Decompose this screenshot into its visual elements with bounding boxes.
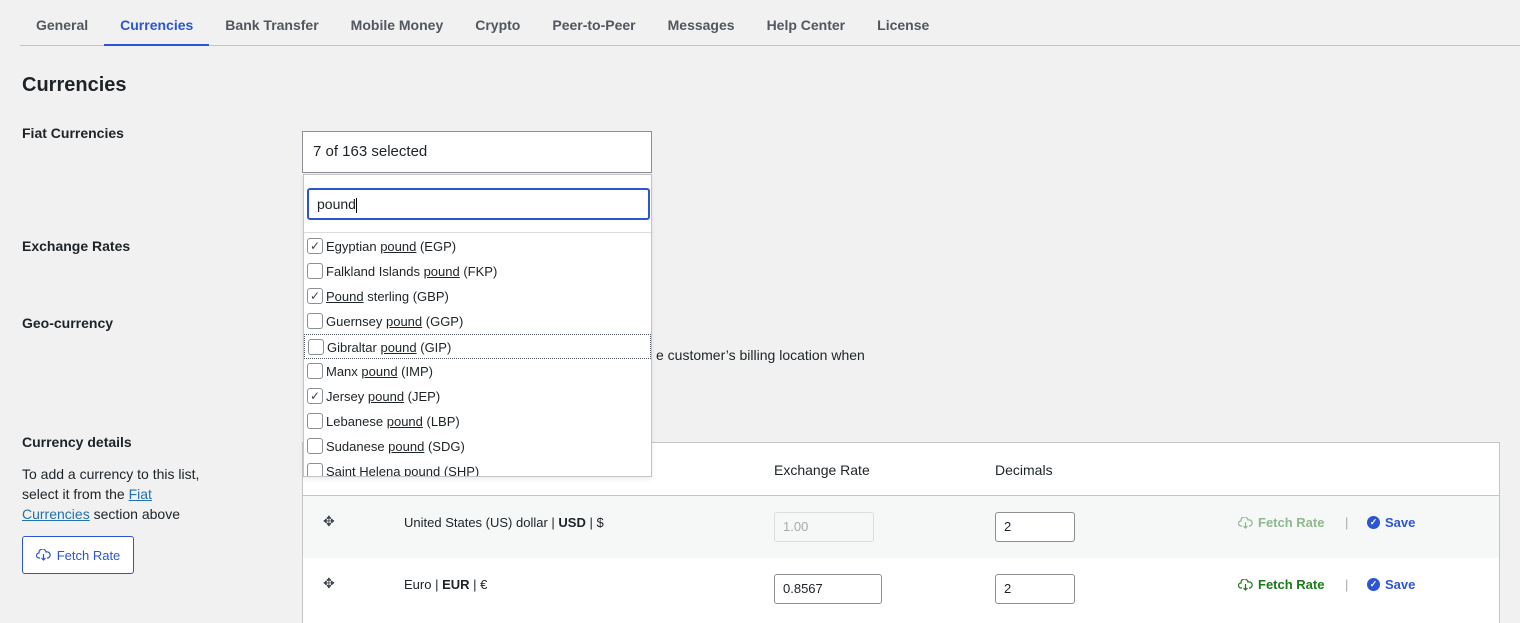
currency-option[interactable]: Sudanese pound (SDG) [304, 434, 651, 459]
currency-option[interactable]: ✓ Egyptian pound (EGP) [304, 234, 651, 259]
option-code: (GIP) [416, 340, 452, 355]
option-code: (IMP) [397, 364, 433, 379]
option-code: (EGP) [416, 239, 457, 254]
option-match: pound [380, 239, 417, 254]
currency-option[interactable]: Guernsey pound (GGP) [304, 309, 651, 334]
geo-currency-label: Geo-currency [22, 315, 114, 331]
tab-bank-transfer[interactable]: Bank Transfer [209, 0, 334, 46]
check-circle-icon: ✓ [1367, 578, 1380, 591]
currency-option[interactable]: ✓ Jersey pound (JEP) [304, 384, 651, 409]
currency-option[interactable]: Manx pound (IMP) [304, 359, 651, 384]
checkbox-icon[interactable] [307, 463, 323, 476]
geo-currency-description: e customer’s billing location when [656, 347, 865, 363]
currency-option[interactable]: Gibraltar pound (GIP) [304, 334, 651, 359]
fetch-rate-button[interactable]: Fetch Rate [22, 536, 134, 574]
description-text: To add a currency to this list, select i… [22, 466, 200, 502]
option-label: Gibraltar [327, 340, 381, 355]
tab-mobile-money[interactable]: Mobile Money [335, 0, 460, 46]
option-match: pound [423, 264, 460, 279]
currency-details-label: Currency details [22, 434, 132, 450]
drag-handle-icon[interactable]: ✥ [323, 575, 335, 592]
fetch-rate-label: Fetch Rate [56, 547, 121, 563]
dropdown-search-area: pound [304, 175, 651, 233]
tab-license[interactable]: License [861, 0, 945, 46]
option-match: pound [367, 389, 405, 404]
option-match: pound [385, 314, 423, 329]
checkbox-icon[interactable] [307, 438, 323, 454]
fiat-currencies-select[interactable]: 7 of 163 selected [302, 131, 652, 173]
table-row: ✥ United States (US) dollar | USD | $ 1.… [303, 496, 1499, 558]
exchange-rate-input[interactable]: 0.8567 [774, 574, 882, 604]
option-label: Jersey [326, 389, 368, 404]
option-label: Lebanese [326, 414, 387, 429]
drag-handle-icon[interactable]: ✥ [323, 513, 335, 530]
option-code: (FKP) [459, 264, 498, 279]
tab-messages[interactable]: Messages [652, 0, 751, 46]
option-match: pound [404, 464, 441, 477]
check-circle-icon: ✓ [1367, 516, 1380, 529]
checkbox-icon[interactable] [308, 339, 324, 355]
checkbox-icon[interactable] [307, 413, 323, 429]
option-code: (GGP) [422, 314, 464, 329]
option-code: (JEP) [404, 389, 441, 404]
option-match: pound [386, 414, 423, 429]
currency-option[interactable]: Lebanese pound (LBP) [304, 409, 651, 434]
cloud-download-icon [1238, 516, 1253, 529]
tab-general[interactable]: General [20, 0, 104, 46]
checkbox-icon[interactable] [307, 363, 323, 379]
currency-option[interactable]: Falkland Islands pound (FKP) [304, 259, 651, 284]
currency-details-description: To add a currency to this list, select i… [22, 464, 222, 524]
col-exchange-rate: Exchange Rate [774, 462, 870, 478]
page-title: Currencies [22, 74, 127, 96]
separator: | [1345, 515, 1349, 530]
currency-search-input[interactable]: pound [307, 188, 650, 220]
option-match: Pound [326, 289, 364, 304]
option-label: Saint Helena [326, 464, 405, 477]
tab-help-center[interactable]: Help Center [751, 0, 862, 46]
fetch-rate-link[interactable]: Fetch Rate [1238, 515, 1324, 530]
table-row: ✥ Euro | EUR | € 0.8567 2 Fetch Rate | ✓… [303, 558, 1499, 620]
currency-option[interactable]: ✓ Pound sterling (GBP) [304, 284, 651, 309]
option-match: pound [361, 364, 398, 379]
checkbox-checked-icon[interactable]: ✓ [307, 388, 323, 404]
fiat-currencies-label: Fiat Currencies [22, 125, 124, 141]
tab-crypto[interactable]: Crypto [459, 0, 536, 46]
option-match: pound [388, 439, 425, 454]
checkbox-checked-icon[interactable]: ✓ [307, 288, 323, 304]
decimals-input[interactable]: 2 [995, 512, 1075, 542]
decimals-input[interactable]: 2 [995, 574, 1075, 604]
cloud-download-icon [35, 549, 51, 561]
exchange-rates-label: Exchange Rates [22, 238, 131, 254]
exchange-rate-input[interactable]: 1.00 [774, 512, 874, 542]
checkbox-checked-icon[interactable]: ✓ [307, 238, 323, 254]
checkbox-icon[interactable] [307, 313, 323, 329]
option-code: (SHP) [440, 464, 480, 477]
option-code: sterling (GBP) [363, 289, 449, 304]
description-text-end: section above [89, 506, 180, 522]
col-decimals: Decimals [995, 462, 1053, 478]
option-code: (SDG) [424, 439, 465, 454]
currency-name: Euro | EUR | € [404, 577, 488, 592]
tab-peer-to-peer[interactable]: Peer-to-Peer [536, 0, 651, 46]
option-label: Falkland Islands [326, 264, 424, 279]
cloud-download-icon [1238, 578, 1253, 591]
currency-name: United States (US) dollar | USD | $ [404, 515, 604, 530]
option-match: pound [380, 340, 417, 355]
fetch-rate-link[interactable]: Fetch Rate [1238, 577, 1324, 592]
option-code: (LBP) [422, 414, 460, 429]
save-link[interactable]: ✓ Save [1367, 515, 1415, 530]
tab-currencies[interactable]: Currencies [104, 0, 210, 46]
currency-option[interactable]: Saint Helena pound (SHP) [304, 459, 651, 477]
option-label: Guernsey [326, 314, 386, 329]
checkbox-icon[interactable] [307, 263, 323, 279]
option-label: Manx [326, 364, 362, 379]
fiat-currencies-dropdown: pound ✓ Egyptian pound (EGP) Falkland Isla… [303, 174, 652, 477]
option-label: Sudanese [326, 439, 389, 454]
option-label: Egyptian [326, 239, 381, 254]
separator: | [1345, 577, 1349, 592]
settings-tabs: General Currencies Bank Transfer Mobile … [20, 0, 1520, 46]
save-link[interactable]: ✓ Save [1367, 577, 1415, 592]
